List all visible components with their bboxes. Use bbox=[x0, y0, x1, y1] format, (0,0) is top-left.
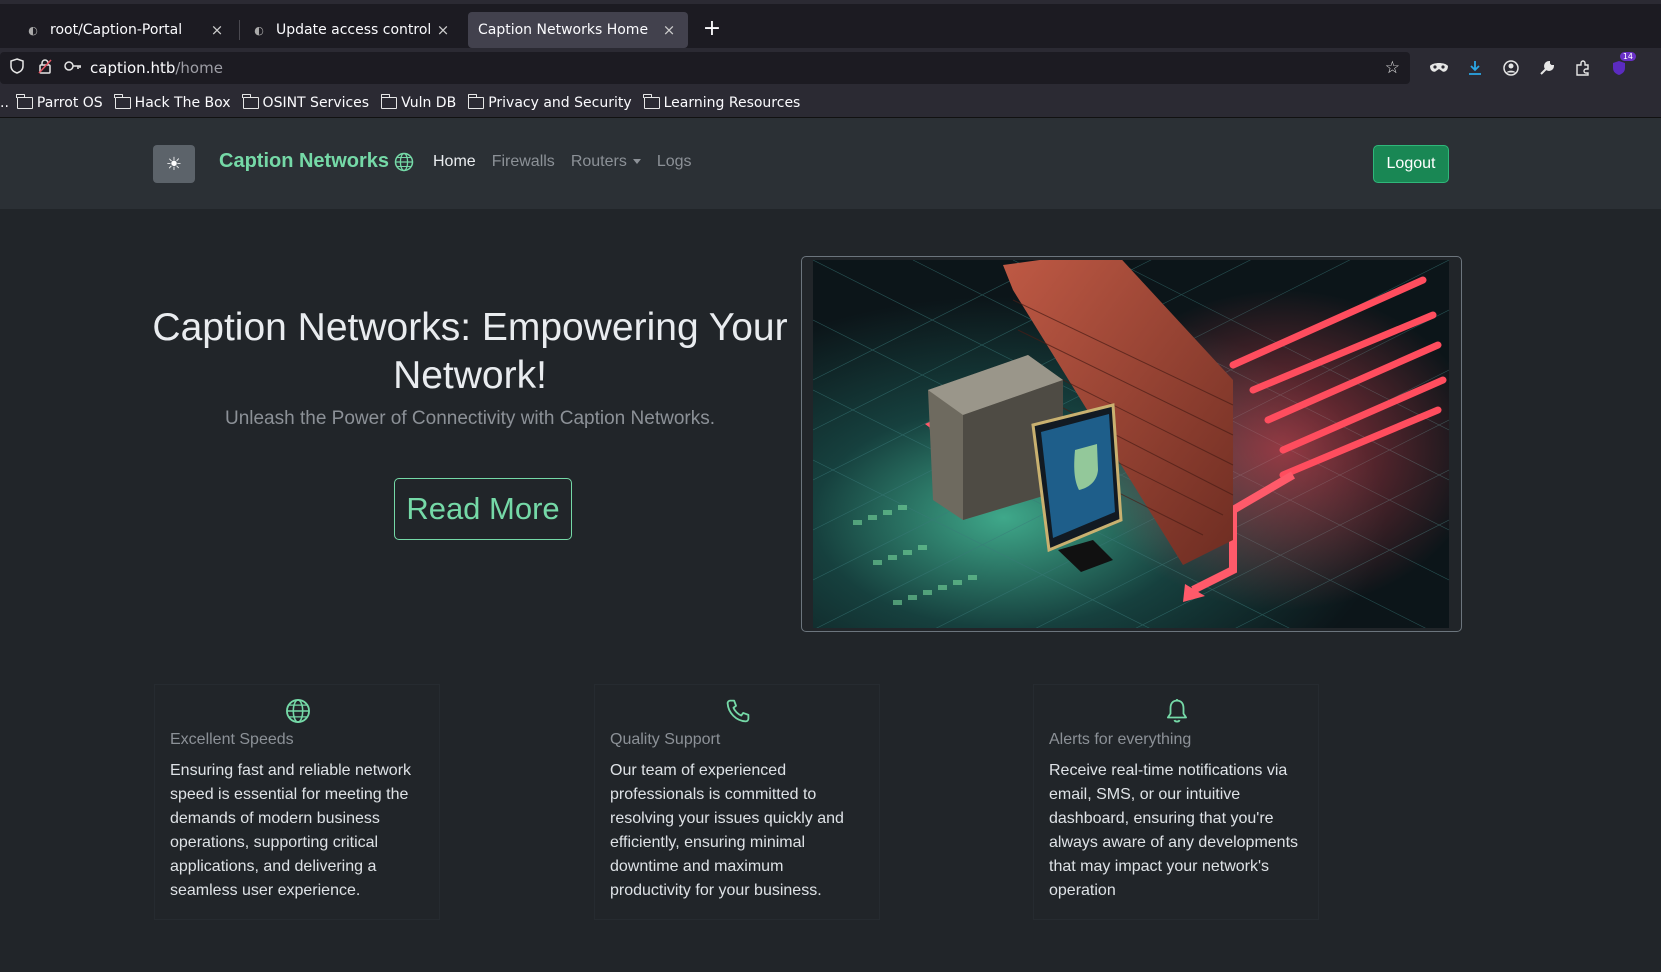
account-icon[interactable] bbox=[1500, 56, 1522, 80]
web-page: ☀ Caption Networks Home Firewalls Router… bbox=[0, 118, 1661, 972]
sun-icon: ☀ bbox=[165, 153, 183, 175]
bookmark-privacy-and-security[interactable]: Privacy and Security bbox=[467, 93, 632, 111]
new-tab-button[interactable]: + bbox=[700, 16, 724, 44]
star-icon[interactable]: ☆ bbox=[1385, 58, 1400, 78]
bookmark-learning-resources[interactable]: Learning Resources bbox=[643, 93, 800, 111]
key-icon[interactable] bbox=[62, 60, 84, 76]
hero-subtitle: Unleash the Power of Connectivity with C… bbox=[224, 408, 715, 429]
shield-extension-icon[interactable]: 14 bbox=[1608, 52, 1636, 80]
feature-card-support: Quality Support Our team of experienced … bbox=[594, 684, 880, 920]
folder-icon bbox=[380, 93, 398, 109]
extension-badge: 14 bbox=[1619, 52, 1636, 61]
firewall-illustration bbox=[813, 260, 1449, 628]
url-text[interactable]: caption.htb/home bbox=[90, 59, 223, 77]
nav-home[interactable]: Home bbox=[433, 153, 476, 171]
globe-icon bbox=[394, 152, 414, 171]
tab-label: Caption Networks Home bbox=[478, 22, 649, 38]
folder-icon bbox=[16, 93, 33, 109]
shield-icon[interactable] bbox=[6, 58, 28, 78]
bookmarks-overflow[interactable]: .. bbox=[0, 95, 9, 111]
download-icon[interactable] bbox=[1464, 56, 1486, 80]
bell-icon bbox=[1034, 698, 1320, 729]
hero-title: Caption Networks: Empowering Your Networ… bbox=[152, 306, 788, 397]
brand-name: Caption Networks bbox=[219, 150, 390, 172]
folder-icon bbox=[114, 93, 131, 109]
gitea-favicon-icon: ◐ bbox=[28, 23, 38, 37]
bookmark-parrot-os[interactable]: Parrot OS bbox=[16, 93, 103, 111]
browser-toolbar: caption.htb/home ☆ 14 bbox=[0, 48, 1661, 88]
mask-icon[interactable] bbox=[1428, 56, 1450, 80]
folder-icon bbox=[467, 93, 485, 109]
feature-card-alerts: Alerts for everything Receive real-time … bbox=[1033, 684, 1319, 920]
folder-icon bbox=[643, 93, 660, 109]
close-tab-icon[interactable]: × bbox=[660, 21, 678, 39]
feature-card-speeds: Excellent Speeds Ensuring fast and relia… bbox=[154, 684, 440, 920]
gitea-favicon-icon: ◐ bbox=[254, 23, 264, 37]
site-navbar: ☀ Caption Networks Home Firewalls Router… bbox=[0, 118, 1661, 209]
feature-title: Alerts for everything bbox=[1049, 731, 1192, 748]
wrench-icon[interactable] bbox=[1536, 56, 1558, 80]
tab-update-access-control[interactable]: ◐ Update access control × bbox=[240, 12, 462, 48]
tab-label: Update access control bbox=[276, 22, 432, 38]
globe-icon bbox=[155, 698, 441, 729]
phone-icon bbox=[595, 698, 881, 729]
feature-title: Excellent Speeds bbox=[170, 731, 294, 748]
brand-link[interactable]: Caption Networks bbox=[219, 150, 414, 173]
tab-root-caption-portal[interactable]: ◐ root/Caption-Portal × bbox=[14, 12, 236, 48]
folder-icon bbox=[242, 93, 259, 109]
feature-text: Receive real-time notifications via emai… bbox=[1049, 762, 1299, 899]
read-more-button[interactable]: Read More bbox=[394, 478, 572, 540]
nav-logs[interactable]: Logs bbox=[657, 153, 692, 171]
nav-firewalls[interactable]: Firewalls bbox=[492, 153, 555, 171]
caret-down-icon bbox=[632, 159, 641, 165]
tab-label: root/Caption-Portal bbox=[50, 22, 183, 38]
bookmark-vuln-db[interactable]: Vuln DB bbox=[380, 93, 456, 111]
extensions-icon[interactable] bbox=[1572, 56, 1594, 80]
feature-title: Quality Support bbox=[610, 731, 721, 748]
tab-caption-networks-home[interactable]: Caption Networks Home × bbox=[468, 12, 688, 48]
close-tab-icon[interactable]: × bbox=[208, 21, 226, 39]
lock-icon[interactable] bbox=[34, 58, 56, 78]
close-tab-icon[interactable]: × bbox=[434, 21, 452, 39]
feature-text: Ensuring fast and reliable network speed… bbox=[170, 762, 412, 899]
toolbar-icons: 14 bbox=[1428, 52, 1636, 80]
bookmarks-bar: .. Parrot OS Hack The Box OSINT Services… bbox=[0, 88, 1661, 118]
browser-tab-bar: ◐ root/Caption-Portal × ◐ Update access … bbox=[0, 0, 1661, 48]
nav-routers-dropdown[interactable]: Routers bbox=[571, 153, 641, 171]
logout-button[interactable]: Logout bbox=[1373, 145, 1449, 183]
url-bar[interactable]: caption.htb/home ☆ bbox=[0, 52, 1410, 84]
bookmark-hack-the-box[interactable]: Hack The Box bbox=[114, 93, 231, 111]
feature-text: Our team of experienced professionals is… bbox=[610, 762, 844, 899]
bookmark-osint-services[interactable]: OSINT Services bbox=[242, 93, 369, 111]
theme-toggle-button[interactable]: ☀ bbox=[153, 145, 195, 183]
main-nav: Home Firewalls Routers Logs bbox=[433, 153, 692, 171]
